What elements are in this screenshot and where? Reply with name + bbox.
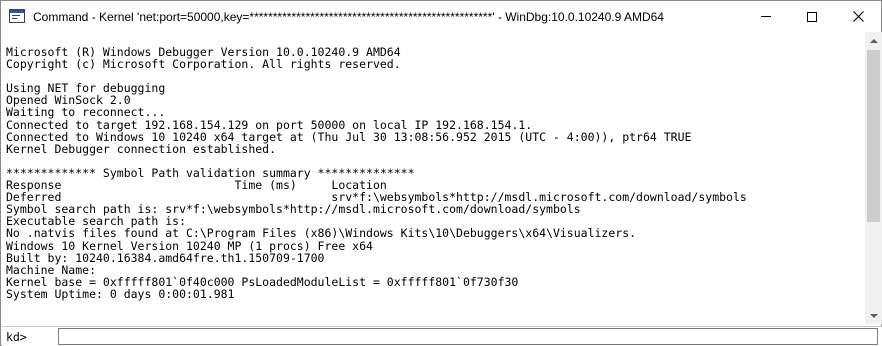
maximize-icon: [807, 11, 817, 22]
minimize-button[interactable]: [743, 1, 789, 32]
output-line: No .natvis files found at C:\Program Fil…: [6, 226, 637, 241]
output-line: Connected to target 192.168.154.129 on p…: [6, 117, 533, 132]
command-prompt: kd>: [6, 330, 27, 344]
title-bar[interactable]: Command - Kernel 'net:port=50000,key=***…: [1, 1, 881, 32]
output-line: System Uptime: 0 days 0:00:01.981: [6, 286, 235, 301]
output-line: Built by: 10240.16384.amd64fre.th1.15070…: [6, 250, 325, 265]
output-line: Waiting to reconnect...: [6, 105, 166, 120]
command-input[interactable]: [58, 328, 878, 345]
scroll-down-arrow-icon: [869, 313, 878, 318]
output-line: Connected to Windows 10 10240 x64 target…: [6, 129, 692, 144]
scroll-down-button[interactable]: [865, 307, 882, 324]
close-icon: [852, 11, 864, 22]
close-button[interactable]: [835, 1, 881, 32]
scroll-up-arrow-icon: [869, 38, 878, 43]
minimize-icon: [761, 16, 771, 17]
vertical-scrollbar[interactable]: [865, 32, 882, 324]
command-output-pane[interactable]: Microsoft (R) Windows Debugger Version 1…: [2, 32, 865, 324]
command-row: kd>: [2, 326, 882, 346]
scroll-up-button[interactable]: [865, 32, 882, 49]
output-line: Copyright (c) Microsoft Corporation. All…: [6, 57, 401, 72]
output-line: Kernel Debugger connection established.: [6, 141, 277, 156]
output-line: Machine Name:: [6, 262, 97, 277]
scrollbar-thumb[interactable]: [867, 50, 880, 222]
window-title: Command - Kernel 'net:port=50000,key=***…: [33, 10, 664, 24]
windbg-command-window: Command - Kernel 'net:port=50000,key=***…: [0, 0, 882, 346]
output-text: Microsoft (R) Windows Debugger Version 1…: [6, 46, 747, 300]
output-line: Windows 10 Kernel Version 10240 MP (1 pr…: [6, 238, 373, 253]
maximize-button[interactable]: [789, 1, 835, 32]
windbg-command-icon: [9, 9, 25, 23]
